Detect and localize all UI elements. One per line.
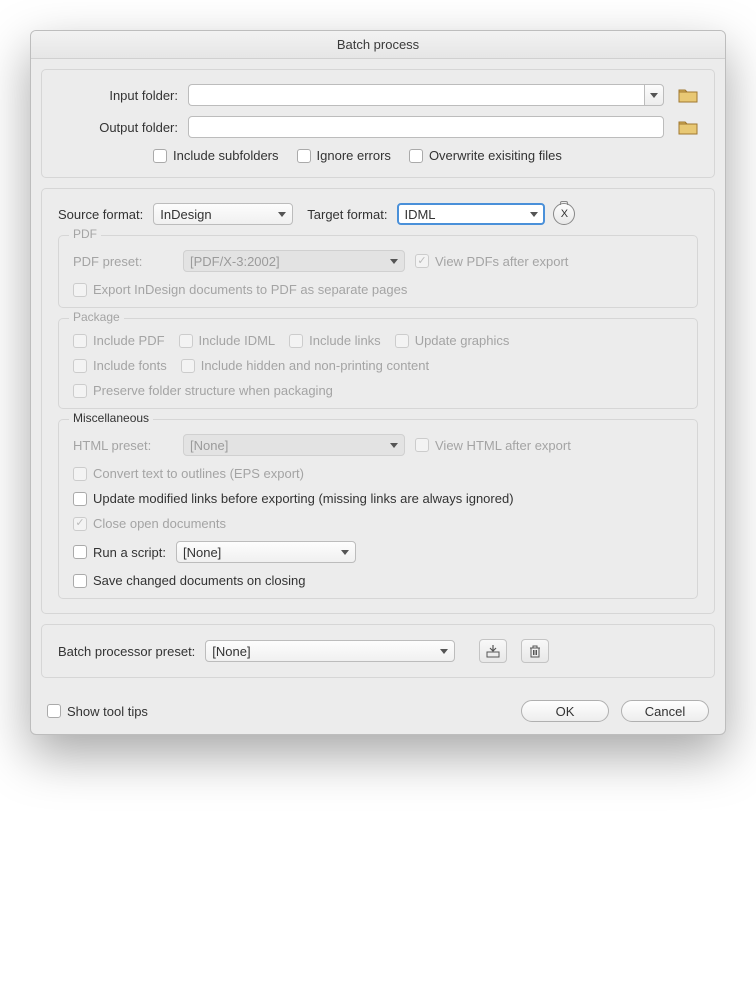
ok-button[interactable]: OK bbox=[521, 700, 609, 722]
preset-panel: Batch processor preset: [None] bbox=[41, 624, 715, 678]
pdf-legend: PDF bbox=[69, 227, 101, 241]
include-links-checkbox: Include links bbox=[289, 333, 381, 348]
include-pdf-checkbox: Include PDF bbox=[73, 333, 165, 348]
view-pdfs-checkbox: View PDFs after export bbox=[415, 254, 568, 269]
preserve-structure-checkbox: Preserve folder structure when packaging bbox=[73, 383, 333, 398]
save-changed-checkbox[interactable]: Save changed documents on closing bbox=[73, 573, 305, 588]
target-format-label: Target format: bbox=[307, 207, 397, 222]
input-folder-dropdown[interactable] bbox=[644, 84, 664, 106]
output-folder-label: Output folder: bbox=[58, 120, 188, 135]
chevron-down-icon bbox=[390, 259, 398, 264]
include-idml-checkbox: Include IDML bbox=[179, 333, 276, 348]
ignore-errors-checkbox[interactable]: Ignore errors bbox=[297, 148, 391, 163]
folders-panel: Input folder: Output folder: Include s bbox=[41, 69, 715, 178]
include-fonts-checkbox: Include fonts bbox=[73, 358, 167, 373]
source-format-select[interactable]: InDesign bbox=[153, 203, 293, 225]
window-title: Batch process bbox=[337, 37, 419, 52]
update-links-checkbox[interactable]: Update modified links before exporting (… bbox=[73, 491, 514, 506]
target-format-select[interactable]: IDML bbox=[397, 203, 545, 225]
trash-icon bbox=[528, 644, 542, 658]
clear-target-button[interactable]: X bbox=[553, 203, 575, 225]
html-preset-select: [None] bbox=[183, 434, 405, 456]
chevron-down-icon bbox=[278, 212, 286, 217]
pdf-preset-select: [PDF/X-3:2002] bbox=[183, 250, 405, 272]
chevron-down-icon bbox=[650, 93, 658, 98]
pdf-fieldset: PDF PDF preset: [PDF/X-3:2002] View PDFs… bbox=[58, 235, 698, 308]
update-graphics-checkbox: Update graphics bbox=[395, 333, 510, 348]
input-folder-field[interactable] bbox=[188, 84, 644, 106]
preset-label: Batch processor preset: bbox=[58, 644, 205, 659]
convert-outlines-checkbox: Convert text to outlines (EPS export) bbox=[73, 466, 304, 481]
run-script-select[interactable]: [None] bbox=[176, 541, 356, 563]
cancel-button[interactable]: Cancel bbox=[621, 700, 709, 722]
output-folder-field[interactable] bbox=[188, 116, 664, 138]
show-tooltips-checkbox[interactable]: Show tool tips bbox=[47, 704, 148, 719]
chevron-down-icon bbox=[530, 212, 538, 217]
save-icon bbox=[485, 644, 501, 658]
package-legend: Package bbox=[69, 310, 124, 324]
save-preset-button[interactable] bbox=[479, 639, 507, 663]
view-html-checkbox: View HTML after export bbox=[415, 438, 571, 453]
titlebar: Batch process bbox=[31, 31, 725, 59]
input-folder-label: Input folder: bbox=[58, 88, 188, 103]
footer: Show tool tips OK Cancel bbox=[41, 688, 715, 724]
package-fieldset: Package Include PDF Include IDML Include… bbox=[58, 318, 698, 409]
close-docs-checkbox: Close open documents bbox=[73, 516, 226, 531]
separate-pages-checkbox: Export InDesign documents to PDF as sepa… bbox=[73, 282, 407, 297]
chevron-down-icon bbox=[341, 550, 349, 555]
html-preset-label: HTML preset: bbox=[73, 438, 173, 453]
misc-legend: Miscellaneous bbox=[69, 411, 153, 425]
source-format-label: Source format: bbox=[58, 207, 153, 222]
pdf-preset-label: PDF preset: bbox=[73, 254, 173, 269]
run-script-checkbox[interactable]: Run a script: bbox=[73, 545, 166, 560]
chevron-down-icon bbox=[440, 649, 448, 654]
overwrite-checkbox[interactable]: Overwrite exisiting files bbox=[409, 148, 562, 163]
batch-process-dialog: Batch process Input folder: Output folde… bbox=[30, 30, 726, 735]
misc-fieldset: Miscellaneous HTML preset: [None] View H… bbox=[58, 419, 698, 599]
preset-select[interactable]: [None] bbox=[205, 640, 455, 662]
delete-preset-button[interactable] bbox=[521, 639, 549, 663]
format-panel: Source format: InDesign Target format: I… bbox=[41, 188, 715, 614]
input-folder-browse-icon[interactable] bbox=[678, 87, 698, 103]
output-folder-browse-icon[interactable] bbox=[678, 119, 698, 135]
include-subfolders-checkbox[interactable]: Include subfolders bbox=[153, 148, 279, 163]
include-hidden-checkbox: Include hidden and non-printing content bbox=[181, 358, 429, 373]
chevron-down-icon bbox=[390, 443, 398, 448]
